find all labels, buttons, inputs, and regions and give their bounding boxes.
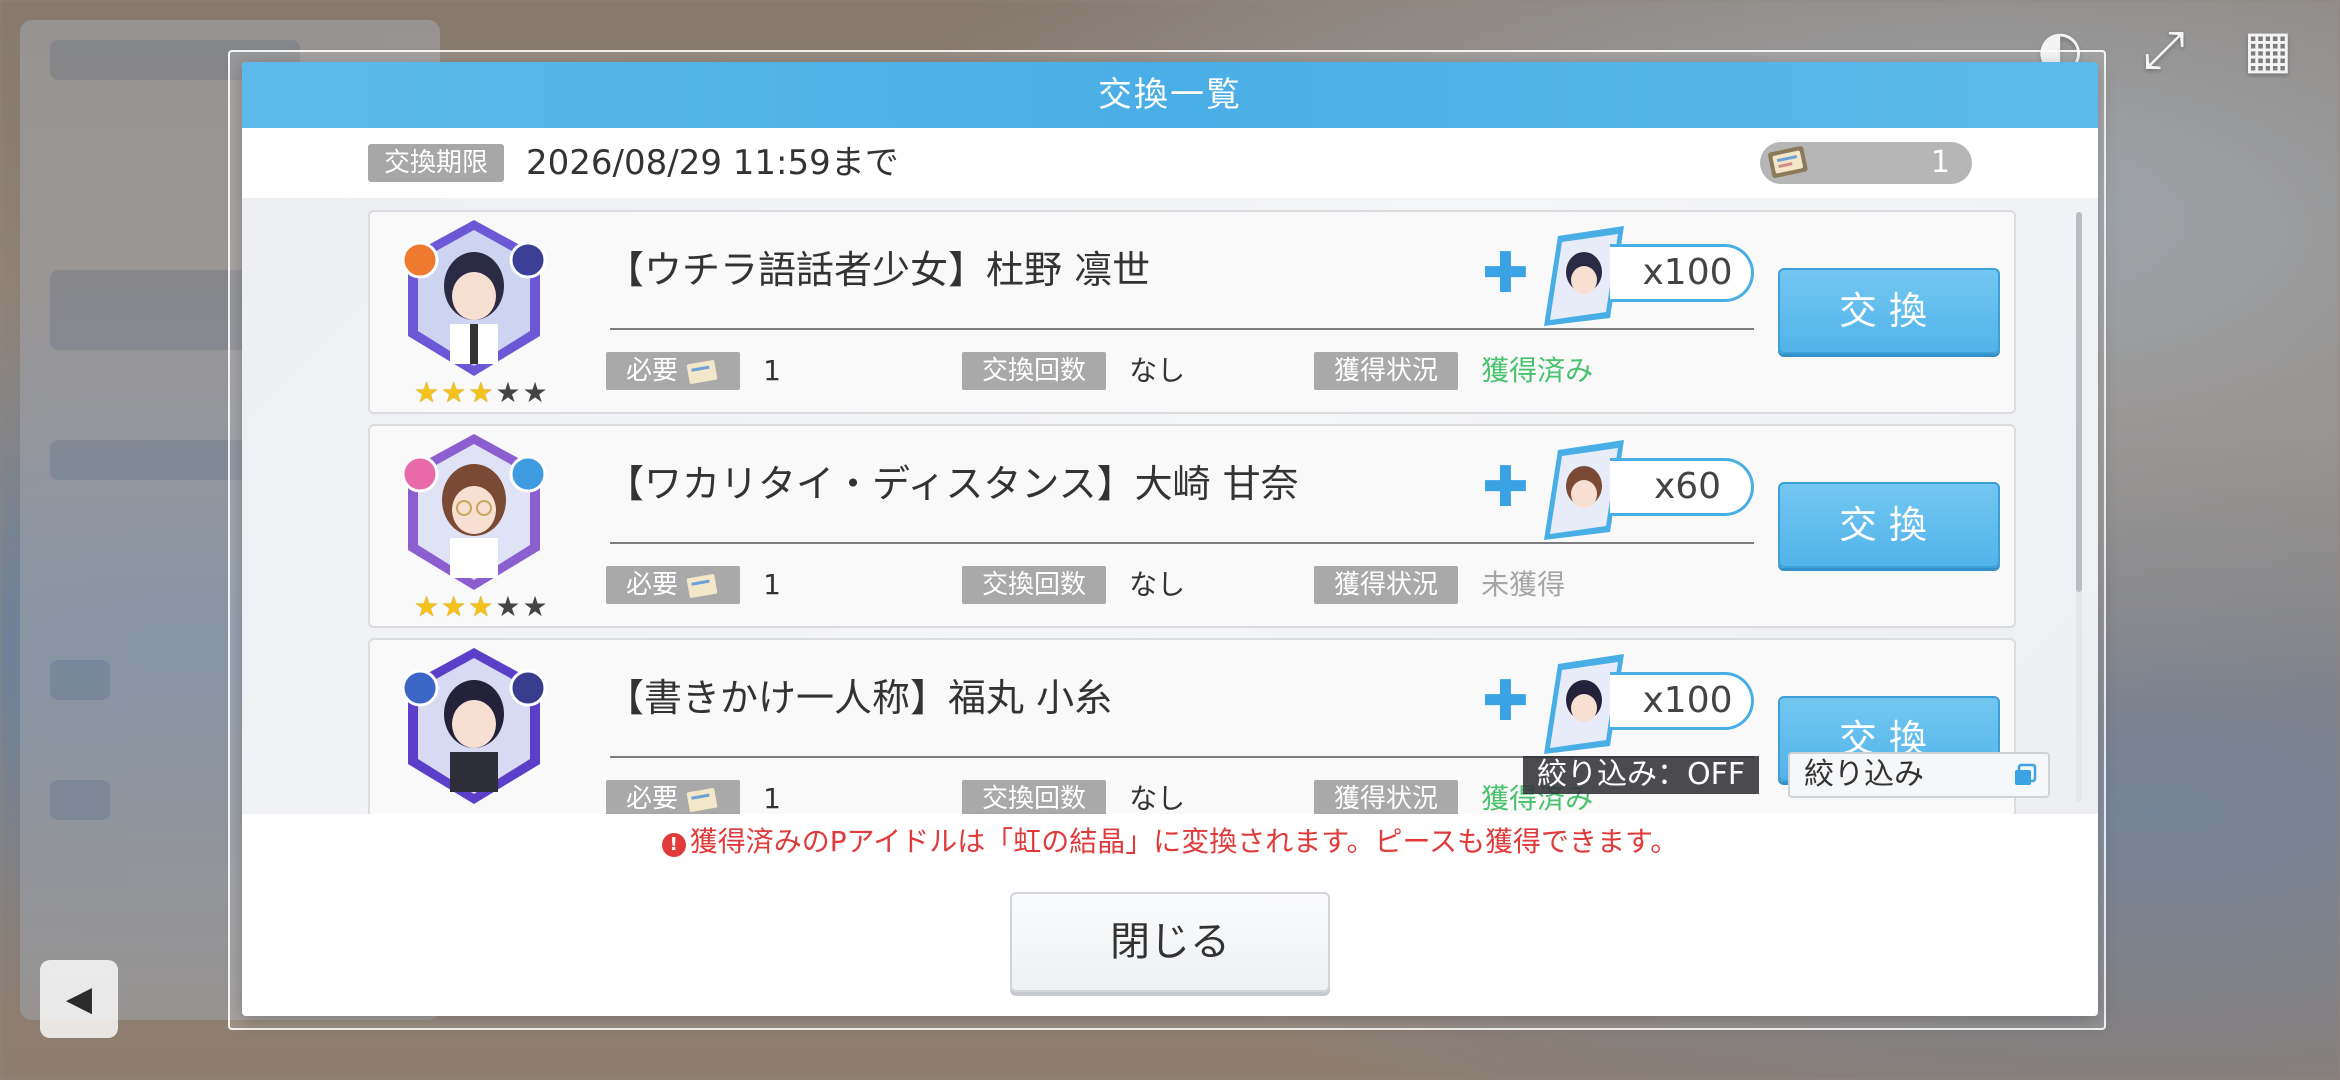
item-name: 【ワカリタイ・ディスタンス】大崎 甘奈 (606, 462, 1299, 506)
ticket-count: 1 (1930, 145, 1950, 180)
star-icon: ★ (495, 376, 521, 409)
star-icon: ★ (441, 376, 467, 409)
plus-icon: ✚ (1482, 241, 1529, 306)
item-name: 【ウチラ語話者少女】杜野 凛世 (606, 248, 1151, 292)
status-value: 未獲得 (1481, 568, 1566, 601)
status-value: 獲得済み (1481, 354, 1594, 387)
exchange-count-value: なし (1129, 782, 1186, 814)
piece-quantity: x60 (1610, 458, 1754, 516)
ticket-icon (1768, 146, 1808, 178)
exchange-count-field: 交換回数 なし (962, 352, 1185, 392)
status-field: 獲得状況 獲得済み (1314, 352, 1593, 392)
star-icon: ★ (522, 376, 548, 409)
idol-portrait-icon (401, 434, 547, 590)
status-label: 獲得状況 (1314, 780, 1459, 814)
rarity-stars: ★ ★ ★ ★ ★ (414, 378, 548, 408)
required-value: 1 (763, 354, 781, 387)
status-label: 獲得状況 (1314, 566, 1459, 604)
menu-grid-icon[interactable]: ▦ (2236, 18, 2300, 82)
required-field: 必要 1 (606, 352, 781, 392)
ticket-icon (686, 359, 718, 384)
exchange-count-value: なし (1129, 354, 1186, 387)
list-item: ★ ★ ★ ★ ★ 【ワカリタイ・ディスタンス】大崎 甘奈 ✚ x60 交換 必… (368, 424, 2016, 628)
required-field: 必要 1 (606, 780, 781, 814)
star-icon: ★ (414, 376, 440, 409)
divider (610, 542, 1754, 544)
divider (610, 328, 1754, 330)
star-icon: ★ (414, 590, 440, 623)
notice-text: ! 獲得済みのPアイドルは「虹の結晶」に変換されます。ピースも獲得できます。 (242, 822, 2098, 862)
status-field: 獲得状況 未獲得 (1314, 566, 1565, 606)
filter-button[interactable]: 絞り込み (1788, 752, 2050, 798)
list-item: 【書きかけ一人称】福丸 小糸 ✚ x100 交換 必要 1 交換回数 なし 獲得… (368, 638, 2016, 814)
fullscreen-icon[interactable]: ⤢ (2132, 18, 2196, 82)
item-name: 【書きかけ一人称】福丸 小糸 (606, 676, 1113, 720)
exchange-list-modal: 交換一覧 交換期限 2026/08/29 11:59まで 1 ★ ★ ★ ★ ★… (242, 62, 2098, 1016)
star-icon: ★ (495, 590, 521, 623)
filter-label: 絞り込み (1804, 757, 1924, 792)
rarity-stars: ★ ★ ★ ★ ★ (414, 592, 548, 622)
list-item: ★ ★ ★ ★ ★ 【ウチラ語話者少女】杜野 凛世 ✚ x100 交換 必要 1 (368, 210, 2016, 414)
required-label: 必要 (606, 352, 741, 390)
exchange-count-label: 交換回数 (962, 566, 1107, 604)
ticket-count-pill: 1 (1760, 142, 1972, 184)
info-bar: 交換期限 2026/08/29 11:59まで 1 (242, 128, 2098, 198)
modal-title: 交換一覧 (242, 62, 2098, 128)
warning-icon: ! (661, 833, 686, 857)
exchange-count-label: 交換回数 (962, 352, 1107, 390)
exchange-button[interactable]: 交換 (1778, 268, 2000, 354)
period-value: 2026/08/29 11:59まで (526, 143, 899, 183)
required-value: 1 (763, 782, 781, 814)
status-label: 獲得状況 (1314, 352, 1459, 390)
exchange-list[interactable]: ★ ★ ★ ★ ★ 【ウチラ語話者少女】杜野 凛世 ✚ x100 交換 必要 1 (242, 198, 2098, 814)
star-icon: ★ (441, 590, 467, 623)
ticket-icon (686, 573, 718, 598)
period-label: 交換期限 (368, 144, 505, 182)
idol-portrait-icon (401, 648, 547, 804)
required-value: 1 (763, 568, 781, 601)
open-window-icon (2015, 763, 2037, 785)
ticket-icon (686, 787, 718, 812)
piece-quantity: x100 (1610, 672, 1754, 730)
exchange-count-field: 交換回数 なし (962, 566, 1185, 606)
back-button[interactable]: ◀ (40, 960, 118, 1038)
exchange-count-field: 交換回数 なし (962, 780, 1185, 814)
exchange-button[interactable]: 交換 (1778, 482, 2000, 568)
idol-portrait-icon (401, 220, 547, 376)
exchange-count-label: 交換回数 (962, 780, 1107, 814)
piece-quantity: x100 (1610, 244, 1754, 302)
filter-tooltip: 絞り込み：OFF (1523, 756, 1760, 794)
star-icon: ★ (522, 590, 548, 623)
plus-icon: ✚ (1482, 455, 1529, 520)
required-field: 必要 1 (606, 566, 781, 606)
star-icon: ★ (468, 376, 494, 409)
required-label: 必要 (606, 780, 741, 814)
exchange-count-value: なし (1129, 568, 1186, 601)
scrollbar-thumb[interactable] (2076, 212, 2082, 592)
close-button[interactable]: 閉じる (1010, 892, 1330, 992)
modal-footer: ! 獲得済みのPアイドルは「虹の結晶」に変換されます。ピースも獲得できます。 閉じ… (242, 814, 2098, 1016)
plus-icon: ✚ (1482, 669, 1529, 734)
back-arrow-icon: ◀ (65, 979, 93, 1019)
required-label: 必要 (606, 566, 741, 604)
star-icon: ★ (468, 590, 494, 623)
